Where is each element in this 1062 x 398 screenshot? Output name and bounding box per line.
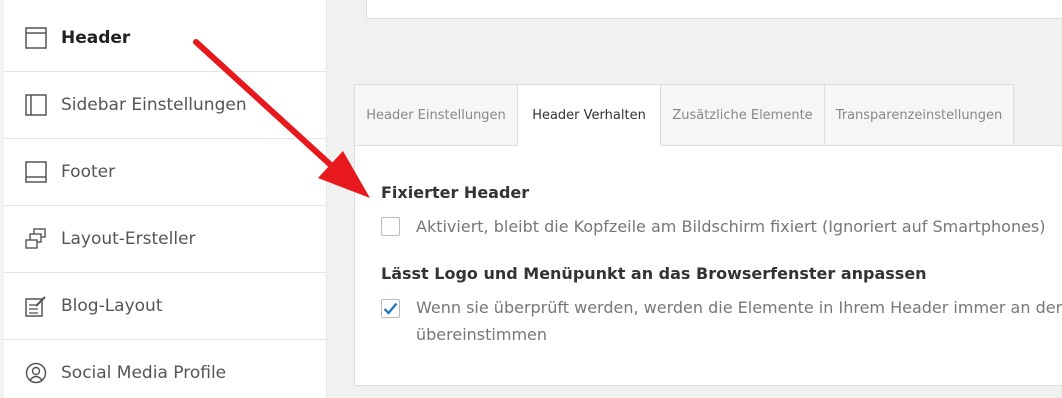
sidebar-item-blog-layout[interactable]: Blog-Layout [4,273,327,340]
tab-panel-header-verhalten: Fixierter Header Aktiviert, bleibt die K… [354,145,1062,386]
settings-tabs: Header Einstellungen Header Verhalten Zu… [354,84,1014,146]
blog-layout-icon [24,294,48,318]
tab-label: Header Verhalten [532,107,646,123]
tab-label: Header Einstellungen [366,107,506,123]
tab-transparenzeinstellungen[interactable]: Transparenzeinstellungen [824,84,1014,146]
sidebar-item-label: Social Media Profile [61,363,227,383]
option-description-fit-logo-menu-line2: übereinstimmen [416,325,548,344]
option-description-fixed-header: Aktiviert, bleibt die Kopfzeile am Bilds… [416,217,1046,236]
social-profile-icon [24,361,48,385]
tab-header-verhalten[interactable]: Header Verhalten [517,84,661,146]
previous-section-card [366,0,1062,19]
sidebar-item-header[interactable]: Header [4,5,327,72]
sidebar-item-label: Header [61,28,131,48]
checkmark-icon [383,302,398,315]
sidebar-item-sidebar-settings[interactable]: Sidebar Einstellungen [4,72,327,139]
sidebar-item-footer[interactable]: Footer [4,139,327,206]
option-description-fit-logo-menu-line1: Wenn sie überprüft werden, werden die El… [416,298,1062,317]
sidebar-icon [24,93,48,117]
tab-label: Transparenzeinstellungen [835,107,1003,123]
fit-logo-menu-checkbox[interactable] [381,299,400,318]
tab-header-einstellungen[interactable]: Header Einstellungen [354,84,518,146]
option-title-fit-logo-menu: Lässt Logo und Menüpunkt an das Browserf… [381,264,927,283]
sidebar-item-label: Sidebar Einstellungen [61,95,247,115]
tab-label: Zusätzliche Elemente [672,107,813,123]
sidebar-item-label: Blog-Layout [61,296,163,316]
sidebar-item-social-media-profile[interactable]: Social Media Profile [4,340,327,398]
settings-sidebar: Header Sidebar Einstellungen Footer Layo… [4,0,327,398]
fixed-header-checkbox[interactable] [381,217,400,236]
sidebar-item-label: Footer [61,162,116,182]
layout-builder-icon [24,227,48,251]
sidebar-item-layout-builder[interactable]: Layout-Ersteller [4,206,327,273]
header-icon [24,26,48,50]
sidebar-item-label: Layout-Ersteller [61,229,196,249]
main-content: Header Einstellungen Header Verhalten Zu… [328,0,1062,398]
tab-zusaetzliche-elemente[interactable]: Zusätzliche Elemente [660,84,825,146]
footer-icon [24,160,48,184]
option-title-fixed-header: Fixierter Header [381,183,530,202]
